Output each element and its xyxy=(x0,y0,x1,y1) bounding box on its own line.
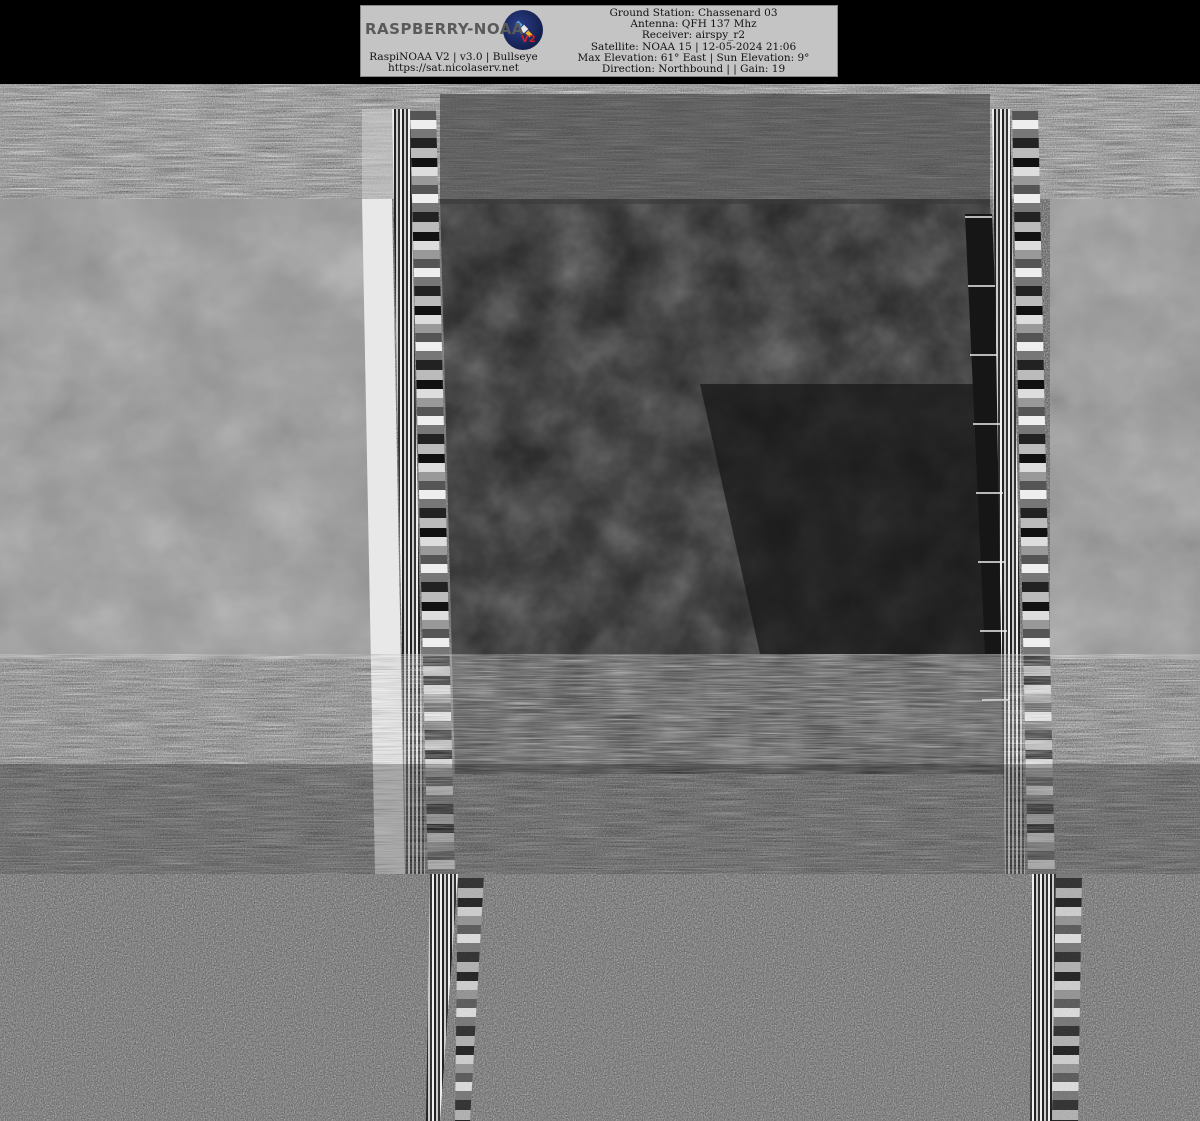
direction-text: Direction: Northbound | | Gain: 19 xyxy=(601,63,786,76)
logo-version: V2 xyxy=(521,34,536,45)
left-channel-clouds xyxy=(0,199,375,659)
satellite-image xyxy=(0,84,1200,1121)
lower-noise-region xyxy=(0,874,1200,1121)
right-channel-clouds xyxy=(1050,199,1200,659)
middle-streak-shadow xyxy=(0,764,1200,874)
pass-info: Ground Station: Chassenard 03 Antenna: Q… xyxy=(551,7,836,76)
info-box: RASPBERRY-NOAA V2 RaspiNOAA V2 | v3.0 | … xyxy=(360,5,838,77)
website-url-text: https://sat.nicolaserv.net xyxy=(388,62,519,74)
receiver-text: Receiver: airspy_r2 xyxy=(641,29,746,42)
header-bar: RASPBERRY-NOAA V2 RaspiNOAA V2 | v3.0 | … xyxy=(0,0,1200,84)
logo-text: RASPBERRY-NOAA xyxy=(365,20,524,38)
apt-image-svg xyxy=(0,84,1200,1121)
